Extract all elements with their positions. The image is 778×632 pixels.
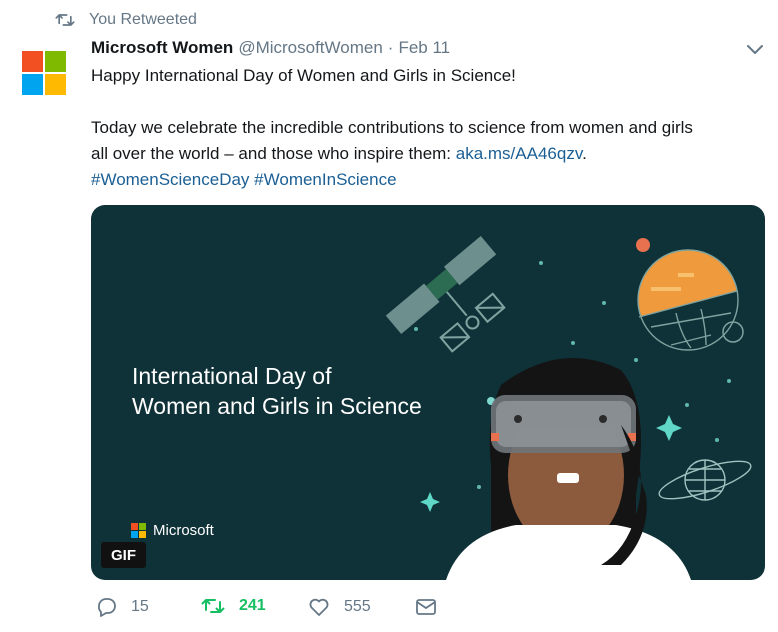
media-gif[interactable]: International Day of Women and Girls in …: [91, 205, 765, 580]
envelope-icon: [416, 599, 436, 615]
ringed-planet-illustration: [658, 459, 752, 501]
retweet-context: You Retweeted: [55, 8, 197, 32]
retweet-count: 241: [239, 597, 266, 614]
like-count: 555: [344, 598, 371, 615]
tweet-header: Microsoft Women @MicrosoftWomen · Feb 11: [91, 36, 450, 60]
header-separator: ·: [387, 38, 394, 57]
media-title-line1: International Day of: [132, 363, 332, 389]
tweet-actions: 15 241 555: [0, 596, 778, 624]
chevron-down-icon[interactable]: [744, 40, 766, 58]
tweet-text-line3-end: .: [582, 144, 587, 163]
tweet-text-line3-body: all over the world – and those who inspi…: [91, 144, 456, 163]
media-title-line2: Women and Girls in Science: [132, 393, 422, 419]
tweet-text-line2: Today we celebrate the incredible contri…: [91, 118, 693, 137]
reply-button[interactable]: 15: [95, 596, 149, 618]
avatar[interactable]: [22, 51, 66, 95]
reply-icon: [98, 598, 116, 617]
direct-message-button[interactable]: [415, 596, 451, 618]
hashtags: #WomenScienceDay #WomenInScience: [91, 167, 397, 193]
hashtag-womeninscience[interactable]: #WomenInScience: [254, 170, 396, 189]
retweet-icon: [201, 599, 225, 613]
tweet-text-line1: Happy International Day of Women and Gir…: [91, 66, 516, 85]
hashtag-womensciencday[interactable]: #WomenScienceDay: [91, 170, 249, 189]
retweet-icon: [55, 14, 75, 26]
planet-illustration: [637, 249, 744, 355]
tweet-link[interactable]: aka.ms/AA46qzv: [456, 144, 582, 163]
satellite-illustration: [385, 235, 506, 353]
reply-count: 15: [131, 598, 149, 615]
tweet-date[interactable]: Feb 11: [398, 38, 450, 58]
tweet-text-line3: all over the world – and those who inspi…: [91, 141, 587, 167]
author-handle[interactable]: @MicrosoftWomen: [238, 38, 382, 58]
retweet-context-label: You Retweeted: [89, 11, 197, 28]
gif-badge: GIF: [101, 542, 146, 568]
microsoft-brand-text: Microsoft: [153, 522, 214, 539]
microsoft-brand: Microsoft: [131, 522, 214, 539]
retweet-button[interactable]: 241: [201, 596, 266, 616]
author-name[interactable]: Microsoft Women: [91, 38, 233, 58]
microsoft-logo-icon: [131, 522, 147, 539]
media-title: International Day of Women and Girls in …: [132, 361, 422, 421]
like-button[interactable]: 555: [308, 596, 371, 618]
person-illustration: [446, 358, 691, 580]
heart-icon: [309, 598, 329, 616]
